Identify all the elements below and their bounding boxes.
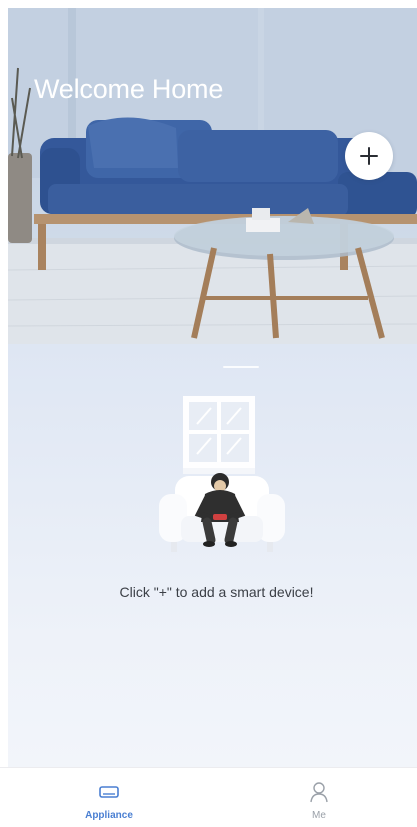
tab-appliance-label: Appliance (85, 810, 133, 821)
bottom-tab-bar: Appliance Me (0, 767, 417, 827)
empty-state-message: Click "+" to add a smart device! (119, 584, 314, 600)
device-list-area: Click "+" to add a smart device! (8, 344, 417, 767)
hero-banner: Welcome Home (8, 8, 417, 344)
empty-state-illustration (159, 396, 285, 552)
tab-me[interactable]: Me (259, 768, 379, 827)
tab-me-label: Me (312, 810, 326, 821)
tab-appliance[interactable]: Appliance (49, 768, 169, 827)
appliance-icon (99, 786, 119, 798)
add-device-button[interactable] (345, 132, 393, 180)
person-icon (310, 782, 328, 803)
app-screen: Welcome Home Click "+" to add a smart de… (0, 0, 417, 827)
page-title: Welcome Home (34, 74, 224, 104)
drag-handle[interactable] (223, 366, 259, 368)
plus-icon (360, 147, 378, 165)
